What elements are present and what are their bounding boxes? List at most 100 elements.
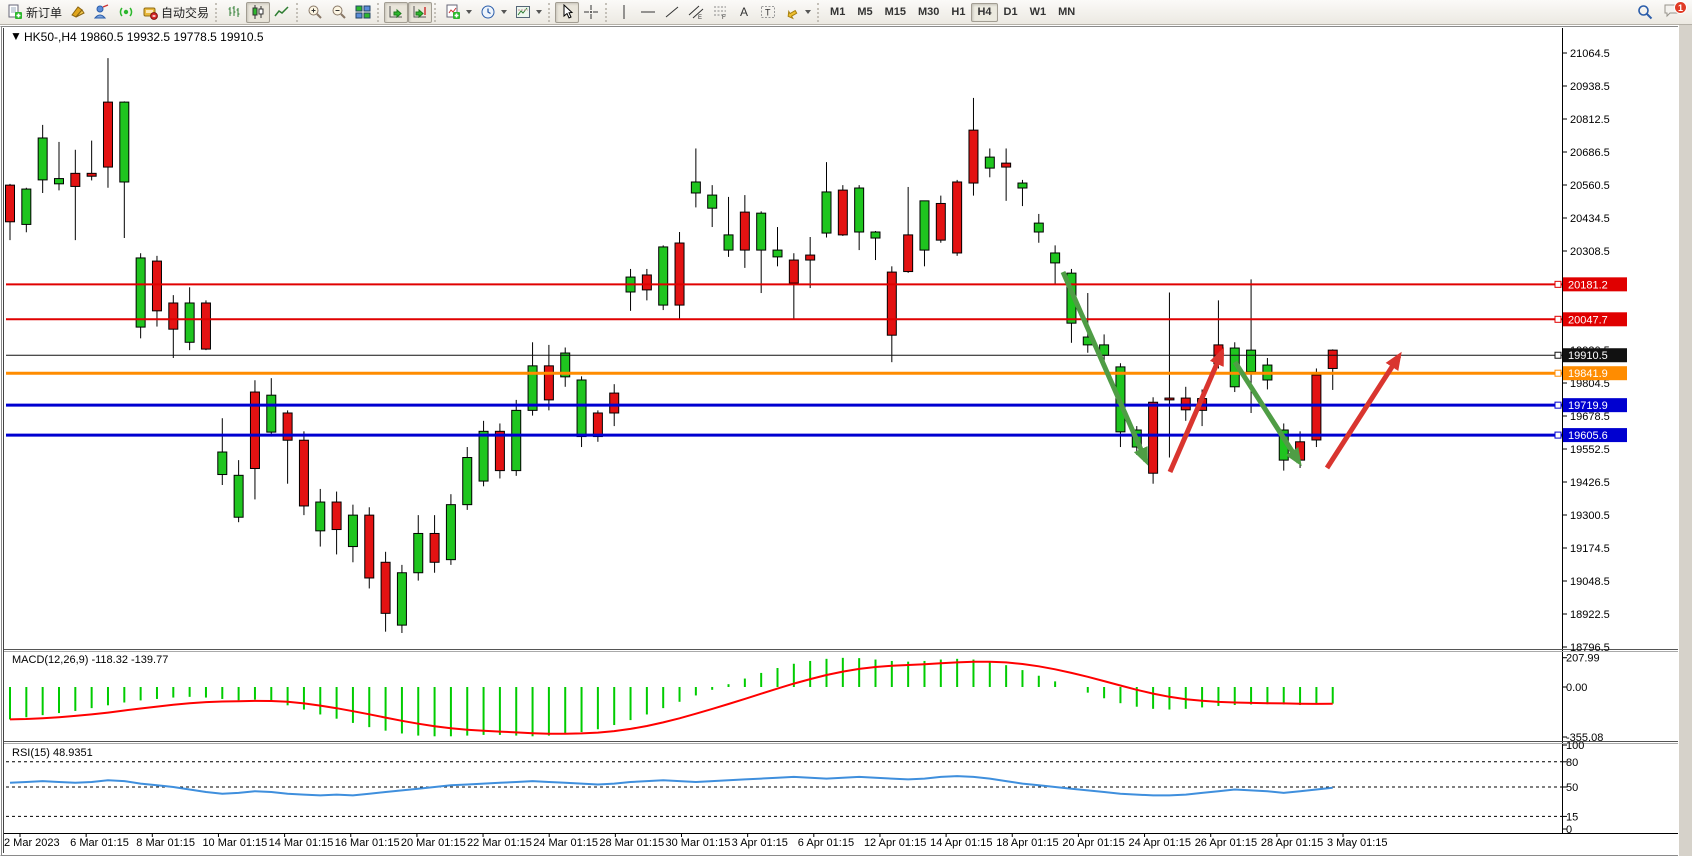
text-label-button[interactable]: T xyxy=(756,2,780,23)
toolbar: 新订单 自动交易 E F AT M1M5M15M30H1H4D1W1MN 1 xyxy=(0,0,1692,25)
svg-text:20686.5: 20686.5 xyxy=(1570,147,1610,159)
chart-dropdown-icon[interactable]: ▼ xyxy=(10,29,22,43)
svg-text:F: F xyxy=(722,15,726,20)
timeframe-h4-button[interactable]: H4 xyxy=(971,3,997,22)
text-button[interactable]: A xyxy=(732,2,756,23)
svg-text:19552.5: 19552.5 xyxy=(1570,444,1610,456)
text-icon: A xyxy=(736,4,752,20)
mt4-window: 新订单 自动交易 E F AT M1M5M15M30H1H4D1W1MN 1 21064.5… xyxy=(0,0,1692,856)
chevron-down-icon xyxy=(466,10,472,14)
bar-chart-icon xyxy=(226,4,242,20)
chart-title: HK50-,H4 19860.5 19932.5 19778.5 19910.5 xyxy=(24,30,264,44)
svg-text:14 Apr 01:15: 14 Apr 01:15 xyxy=(930,837,992,849)
toolbar-separator xyxy=(296,3,301,22)
autotrading-icon xyxy=(142,4,158,20)
timeframe-m1-button[interactable]: M1 xyxy=(824,3,851,22)
timeframe-mn-button[interactable]: MN xyxy=(1052,3,1081,22)
trendline-button[interactable] xyxy=(660,2,684,23)
svg-text:19174.5: 19174.5 xyxy=(1570,543,1610,555)
horizontal-line-icon xyxy=(640,4,656,20)
svg-text:6 Mar 01:15: 6 Mar 01:15 xyxy=(70,837,129,849)
svg-text:20308.5: 20308.5 xyxy=(1570,246,1610,258)
signal-icon xyxy=(118,4,134,20)
zoom-in-button[interactable] xyxy=(303,2,327,23)
cursor-button[interactable] xyxy=(555,2,579,23)
svg-text:22 Mar 01:15: 22 Mar 01:15 xyxy=(467,837,532,849)
crosshair-button[interactable] xyxy=(579,2,603,23)
chart-canvas[interactable]: 21064.520938.520812.520686.520560.520434… xyxy=(0,25,1692,856)
svg-text:21064.5: 21064.5 xyxy=(1570,48,1610,60)
svg-text:E: E xyxy=(698,15,702,20)
svg-text:16 Mar 01:15: 16 Mar 01:15 xyxy=(335,837,400,849)
zoom-out-button[interactable] xyxy=(327,2,351,23)
svg-text:6 Apr 01:15: 6 Apr 01:15 xyxy=(798,837,854,849)
toolbar-separator xyxy=(817,3,822,22)
fibonacci-button[interactable]: F xyxy=(708,2,732,23)
signals-button[interactable] xyxy=(114,2,138,23)
vertical-line-icon xyxy=(616,4,632,20)
zoom-out-icon xyxy=(331,4,347,20)
timeframe-w1-button[interactable]: W1 xyxy=(1024,3,1053,22)
timeframe-group: M1M5M15M30H1H4D1W1MN xyxy=(824,0,1081,25)
svg-text:18922.5: 18922.5 xyxy=(1570,609,1610,621)
cursor-icon xyxy=(559,4,575,20)
chart-shift-button[interactable] xyxy=(408,2,432,23)
label-icon: T xyxy=(760,4,776,20)
macd-label: MACD(12,26,9) -118.32 -139.77 xyxy=(12,654,168,666)
date-axis[interactable]: 2 Mar 20236 Mar 01:158 Mar 01:1510 Mar 0… xyxy=(4,834,1388,849)
svg-text:12 Apr 01:15: 12 Apr 01:15 xyxy=(864,837,926,849)
autoscroll-button[interactable] xyxy=(384,2,408,23)
toolbar-separator xyxy=(434,3,439,22)
svg-text:28 Mar 01:15: 28 Mar 01:15 xyxy=(599,837,664,849)
svg-text:19048.5: 19048.5 xyxy=(1570,576,1610,588)
horizontal-line-button[interactable] xyxy=(636,2,660,23)
svg-text:19719.9: 19719.9 xyxy=(1568,400,1608,412)
crosshair-icon xyxy=(583,4,599,20)
svg-text:20 Apr 01:15: 20 Apr 01:15 xyxy=(1062,837,1124,849)
templates-dropdown[interactable] xyxy=(511,2,546,23)
timeframe-m30-button[interactable]: M30 xyxy=(912,3,945,22)
line-chart-button[interactable] xyxy=(270,2,294,23)
svg-text:30 Mar 01:15: 30 Mar 01:15 xyxy=(666,837,731,849)
svg-text:19300.5: 19300.5 xyxy=(1570,510,1610,522)
search-icon xyxy=(1637,4,1653,20)
template-icon xyxy=(515,4,531,20)
clock-icon xyxy=(480,4,496,20)
autotrading-button[interactable]: 自动交易 xyxy=(138,2,213,23)
candlestick-button[interactable] xyxy=(246,2,270,23)
timeframe-m15-button[interactable]: M15 xyxy=(879,3,912,22)
svg-text:19605.6: 19605.6 xyxy=(1568,430,1608,442)
svg-text:3 Apr 01:15: 3 Apr 01:15 xyxy=(732,837,788,849)
svg-text:20560.5: 20560.5 xyxy=(1570,180,1610,192)
svg-text:15: 15 xyxy=(1566,811,1578,823)
publish-button[interactable] xyxy=(90,2,114,23)
tile-windows-button[interactable] xyxy=(351,2,375,23)
svg-text:0: 0 xyxy=(1566,824,1572,836)
timeframe-m5-button[interactable]: M5 xyxy=(851,3,878,22)
svg-text:100: 100 xyxy=(1566,740,1584,752)
chevron-down-icon xyxy=(805,10,811,14)
timeframe-h1-button[interactable]: H1 xyxy=(945,3,971,22)
svg-text:28 Apr 01:15: 28 Apr 01:15 xyxy=(1261,837,1323,849)
equidistant-channel-button[interactable]: E xyxy=(684,2,708,23)
zoom-in-icon xyxy=(307,4,323,20)
periods-dropdown[interactable] xyxy=(476,2,511,23)
indicators-dropdown[interactable] xyxy=(441,2,476,23)
shapes-dropdown[interactable] xyxy=(780,2,815,23)
svg-text:20812.5: 20812.5 xyxy=(1570,114,1610,126)
svg-text:10 Mar 01:15: 10 Mar 01:15 xyxy=(202,837,267,849)
bar-chart-button[interactable] xyxy=(222,2,246,23)
svg-text:20047.7: 20047.7 xyxy=(1568,314,1608,326)
notifications-button[interactable]: 1 xyxy=(1663,2,1685,22)
new-order-button[interactable]: 新订单 xyxy=(3,2,66,23)
chevron-down-icon xyxy=(536,10,542,14)
timeframe-d1-button[interactable]: D1 xyxy=(998,3,1024,22)
tile-windows-icon xyxy=(355,4,371,20)
svg-text:20434.5: 20434.5 xyxy=(1570,213,1610,225)
fibonacci-icon: F xyxy=(712,4,728,20)
candlestick-icon xyxy=(250,4,266,20)
search-button[interactable] xyxy=(1633,2,1657,23)
vertical-line-button[interactable] xyxy=(612,2,636,23)
shapes-icon xyxy=(784,4,800,20)
styles-button[interactable] xyxy=(66,2,90,23)
